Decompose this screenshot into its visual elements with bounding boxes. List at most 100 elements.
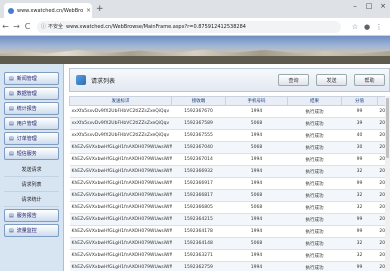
table-cell: 5068 (225, 189, 288, 202)
table-cell: 1994 (225, 249, 288, 262)
sidebar-subitem-list[interactable]: 请求列表 (4, 177, 59, 192)
sidebar-item-label: 数据管理 (16, 91, 37, 97)
sidebar-item-sms[interactable]: ▤ 短信服务 (4, 147, 59, 160)
sidebar-item-users[interactable]: ▤ 用户管理 (4, 117, 59, 130)
tab-close-icon[interactable]: × (86, 7, 91, 14)
sidebar-subitem-send[interactable]: 发送请求 (4, 162, 59, 177)
column-header[interactable]: 结果 (287, 96, 342, 106)
table-cell: 40 (341, 129, 378, 142)
browser-tabstrip: www.xwatched.cn/WebBrowse × + – □ × (0, 0, 390, 18)
table-row[interactable]: KhEZvSVXxbwHfGLgH1fnAXOH079WUwsiWfWP 1592… (69, 189, 390, 202)
table-row[interactable]: KhEZvSVXxbwHfGLgH1fnAXOH079WUwsiWfWP 1592… (69, 177, 390, 190)
table-row[interactable]: KhEZvSVXxbwHfGLgH1fnAXOH079WUwsiWfWP 1592… (69, 213, 390, 226)
table-row[interactable]: xxXfa5sxvDv9fX2UbFHbVC2tlZZsZxeQiQqv 1592… (69, 129, 390, 142)
table-cell: 执行成功 (287, 105, 342, 118)
banner-ground (0, 56, 390, 64)
sidebar-item-stats[interactable]: ▤ 统计报告 (4, 102, 59, 115)
table-cell: 1592363271 (171, 249, 226, 262)
table-cell: 执行成功 (287, 165, 342, 178)
sidebar-item-label: 用户管理 (16, 121, 37, 127)
profile-icon[interactable]: ● (361, 23, 373, 31)
table-cell: 执行成功 (287, 117, 342, 130)
column-header[interactable]: 接收端 (171, 96, 226, 106)
table-cell: 1994 (225, 153, 288, 166)
sidebar-subitem-stats[interactable]: 请求统计 (4, 192, 59, 207)
window-close-button[interactable]: × (376, 0, 390, 12)
table-cell: 1592364148 (171, 237, 226, 250)
table-cell: KhEZvSVXxbwHfGLgH1fnAXOH079WUwsiWfWP (69, 237, 172, 250)
column-header[interactable]: 发送标识 (69, 96, 172, 106)
forward-button[interactable]: → (11, 22, 22, 31)
sidebar-item-orders[interactable]: ▤ 订单管理 (4, 132, 59, 145)
help-button[interactable]: 帮助 (354, 74, 385, 86)
reload-button[interactable]: C (22, 22, 33, 31)
table-cell: 1592366805 (171, 201, 226, 214)
table-cell: 1592367589 (171, 117, 226, 130)
table-row[interactable]: KhEZvSVXxbwHfGLgH1fnAXOH079WUwsiWfWP 1592… (69, 249, 390, 262)
table-cell: KhEZvSVXxbwHfGLgH1fnAXOH079WUwsiWfWP (69, 177, 172, 190)
folder-icon: ▤ (9, 135, 14, 142)
table-row[interactable]: KhEZvSVXxbwHfGLgH1fnAXOH079WUwsiWfWP 1592… (69, 201, 390, 214)
url-field[interactable]: ⓘ 不安全 www.xwatched.cn/WebBrowse/MainFram… (37, 20, 341, 33)
table-cell: 执行成功 (287, 213, 342, 226)
table-cell: 32 (341, 249, 378, 262)
info-icon[interactable]: ⓘ (41, 23, 46, 30)
sidebar-item-news[interactable]: ▤ 新闻管理 (4, 72, 59, 85)
new-tab-button[interactable]: + (96, 4, 104, 14)
sidebar-item-data[interactable]: ▤ 数据管理 (4, 87, 59, 100)
table-row[interactable]: xxXfa5sxvDv9fX2UbFHbVC2tlZZsZxeQiQqv 1592… (69, 117, 390, 130)
vertical-scrollbar[interactable] (385, 96, 390, 271)
table-cell: KhEZvSVXxbwHfGLgH1fnAXOH079WUwsiWfWP (69, 201, 172, 214)
table-cell: 1994 (225, 225, 288, 238)
column-header[interactable]: 分值 (341, 96, 378, 106)
table-cell: KhEZvSVXxbwHfGLgH1fnAXOH079WUwsiWfWP (69, 165, 172, 178)
table-row[interactable]: KhEZvSVXxbwHfGLgH1fnAXOH079WUwsiWfWP 1592… (69, 165, 390, 178)
table-cell: KhEZvSVXxbwHfGLgH1fnAXOH079WUwsiWfWP (69, 225, 172, 238)
sidebar-item-label: 短信服务 (16, 151, 37, 157)
table-cell: 1592366917 (171, 177, 226, 190)
menu-icon[interactable]: ⋮ (373, 23, 385, 31)
globe-icon (8, 7, 14, 14)
table-cell: 1592367670 (171, 105, 226, 118)
table-cell: 32 (341, 189, 378, 202)
table-cell: xxXfa5sxvDv9fX2UbFHbVC2tlZZsZxeQiQqv (69, 129, 172, 142)
minimize-button[interactable]: – (348, 0, 362, 12)
table-row[interactable]: KhEZvSVXxbwHfGLgH1fnAXOH079WUwsiWfWP 1592… (69, 225, 390, 238)
table-cell: xxXfa5sxvDv9fX2UbFHbVC2tlZZsZxeQiQqv (69, 117, 172, 130)
table-cell: 5068 (225, 117, 288, 130)
table-row[interactable]: KhEZvSVXxbwHfGLgH1fnAXOH079WUwsiWfWP 1592… (69, 261, 390, 271)
page-title: 请求列表 (91, 77, 116, 85)
table-cell: 1994 (225, 129, 288, 142)
table-cell: 1994 (225, 165, 288, 178)
panel-header: 请求列表 查询 发送 帮助 (69, 68, 390, 92)
table-row[interactable]: KhEZvSVXxbwHfGLgH1fnAXOH079WUwsiWfWP 1592… (69, 141, 390, 154)
url-text[interactable]: www.xwatched.cn/WebBrowse/MainFrame.aspx… (66, 24, 246, 30)
table-cell: 99 (341, 153, 378, 166)
scrollbar-thumb[interactable] (386, 98, 389, 158)
table-cell: 执行成功 (287, 201, 342, 214)
folder-icon: ▤ (9, 75, 14, 82)
table-cell: 1592362759 (171, 261, 226, 271)
maximize-button[interactable]: □ (362, 0, 376, 12)
folder-icon: ▤ (9, 212, 14, 219)
star-icon[interactable]: ☆ (349, 23, 361, 31)
browser-tab[interactable]: www.xwatched.cn/WebBrowse × (4, 3, 92, 18)
table-cell: 99 (341, 177, 378, 190)
send-button[interactable]: 发送 (316, 74, 347, 86)
table-row[interactable]: KhEZvSVXxbwHfGLgH1fnAXOH079WUwsiWfWP 1592… (69, 237, 390, 250)
table-cell: 99 (341, 213, 378, 226)
table-cell: 99 (341, 261, 378, 271)
table-cell: 5068 (225, 141, 288, 154)
sidebar: ▤ 新闻管理 ▤ 数据管理 ▤ 统计报告 ▤ 用户管理 ▤ 订单管理 ▤ 短信服… (0, 64, 64, 271)
table-body: xxXfa5sxvDv9fX2UbFHbVC2tlZZsZxeQiQqv 1592… (69, 105, 390, 271)
table-row[interactable]: xxXfa5sxvDv9fX2UbFHbVC2tlZZsZxeQiQqv 1592… (69, 105, 390, 118)
column-header[interactable]: 手机号码 (225, 96, 288, 106)
table-cell: 1994 (225, 213, 288, 226)
sidebar-item-service[interactable]: ▤ 服务报告 (4, 209, 59, 222)
query-button[interactable]: 查询 (278, 74, 309, 86)
table-cell: KhEZvSVXxbwHfGLgH1fnAXOH079WUwsiWfWP (69, 213, 172, 226)
table-cell: 1994 (225, 261, 288, 271)
back-button[interactable]: ← (0, 22, 11, 31)
table-row[interactable]: KhEZvSVXxbwHfGLgH1fnAXOH079WUwsiWfWP 1592… (69, 153, 390, 166)
sidebar-item-traffic[interactable]: ▤ 流量监控 (4, 224, 59, 237)
